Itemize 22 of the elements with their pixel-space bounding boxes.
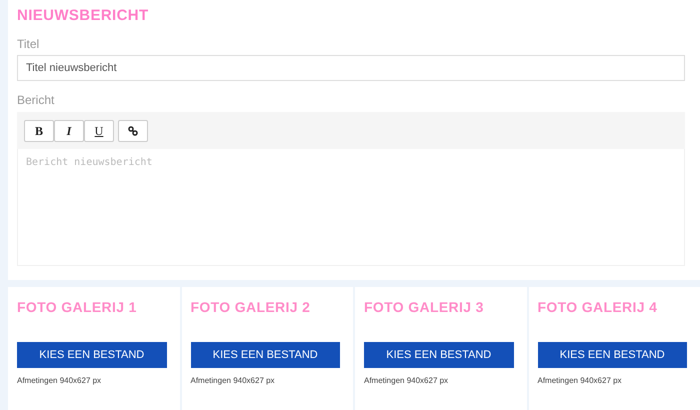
gallery-heading: FOTO GALERIJ 3 (364, 298, 485, 316)
underline-button[interactable]: U (84, 120, 114, 142)
link-button[interactable] (118, 120, 148, 142)
field-label: Bericht (17, 93, 56, 107)
gallery-heading: FOTO GALERIJ 2 (190, 298, 312, 316)
link-icon (128, 126, 138, 136)
italic-button[interactable]: I (54, 120, 84, 142)
dimensions-note: Afmetingen 940x627 px (538, 375, 623, 387)
gallery-heading: FOTO GALERIJ 4 (538, 298, 658, 316)
choose-file-button[interactable]: KIES EEN BESTAND (538, 342, 687, 368)
choose-file-button[interactable]: KIES EEN BESTAND (17, 342, 166, 368)
message-editor[interactable]: Bericht nieuwsbericht (17, 149, 685, 266)
dimensions-note: Afmetingen 940x627 px (364, 375, 450, 387)
choose-file-button[interactable]: KIES EEN BESTAND (364, 342, 514, 368)
section-heading: NIEUWSBERICHT (17, 7, 150, 25)
dimensions-note: Afmetingen 940x627 px (190, 375, 276, 387)
choose-file-button[interactable]: KIES EEN BESTAND (190, 342, 340, 368)
title-field[interactable]: Titel nieuwsbericht (17, 55, 685, 81)
field-label: Titel (17, 37, 40, 51)
dimensions-note: Afmetingen 940x627 px (17, 375, 102, 387)
gallery-heading: FOTO GALERIJ 1 (17, 298, 138, 316)
bold-button[interactable]: B (24, 120, 54, 142)
